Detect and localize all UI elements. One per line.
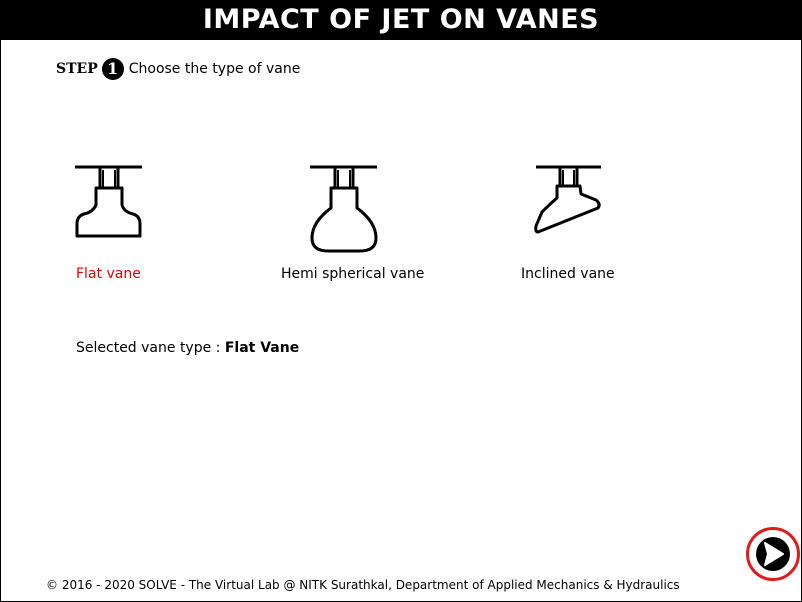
step-label: STEP [56,61,98,77]
flat-vane-icon [75,165,142,238]
vane-option-flat[interactable]: Flat vane [70,160,150,282]
step-number-badge: 1 [101,58,124,80]
hemispherical-vane-icon [310,165,378,253]
vane-label-flat: Flat vane [76,266,141,282]
page-title: IMPACT OF JET ON VANES [0,0,802,40]
vane-option-inclined[interactable]: Inclined vane [515,160,625,282]
vane-option-hemispherical[interactable]: Hemi spherical vane [280,160,430,282]
next-button[interactable] [746,527,800,581]
vane-label-inclined: Inclined vane [521,266,615,282]
step-instruction: Choose the type of vane [128,61,301,77]
selected-vane-display: Selected vane type : Flat Vane [76,340,299,356]
step-indicator: STEP 1 Choose the type of vane [56,55,300,83]
selected-vane-prefix: Selected vane type : [76,340,221,356]
vane-label-hemispherical: Hemi spherical vane [281,266,425,282]
footer-copyright: © 2016 - 2020 SOLVE - The Virtual Lab @ … [46,578,680,592]
inclined-vane-icon [534,165,601,234]
arrow-right-circle-icon [764,542,784,566]
app-frame [0,0,802,602]
selected-vane-value: Flat Vane [224,340,300,356]
